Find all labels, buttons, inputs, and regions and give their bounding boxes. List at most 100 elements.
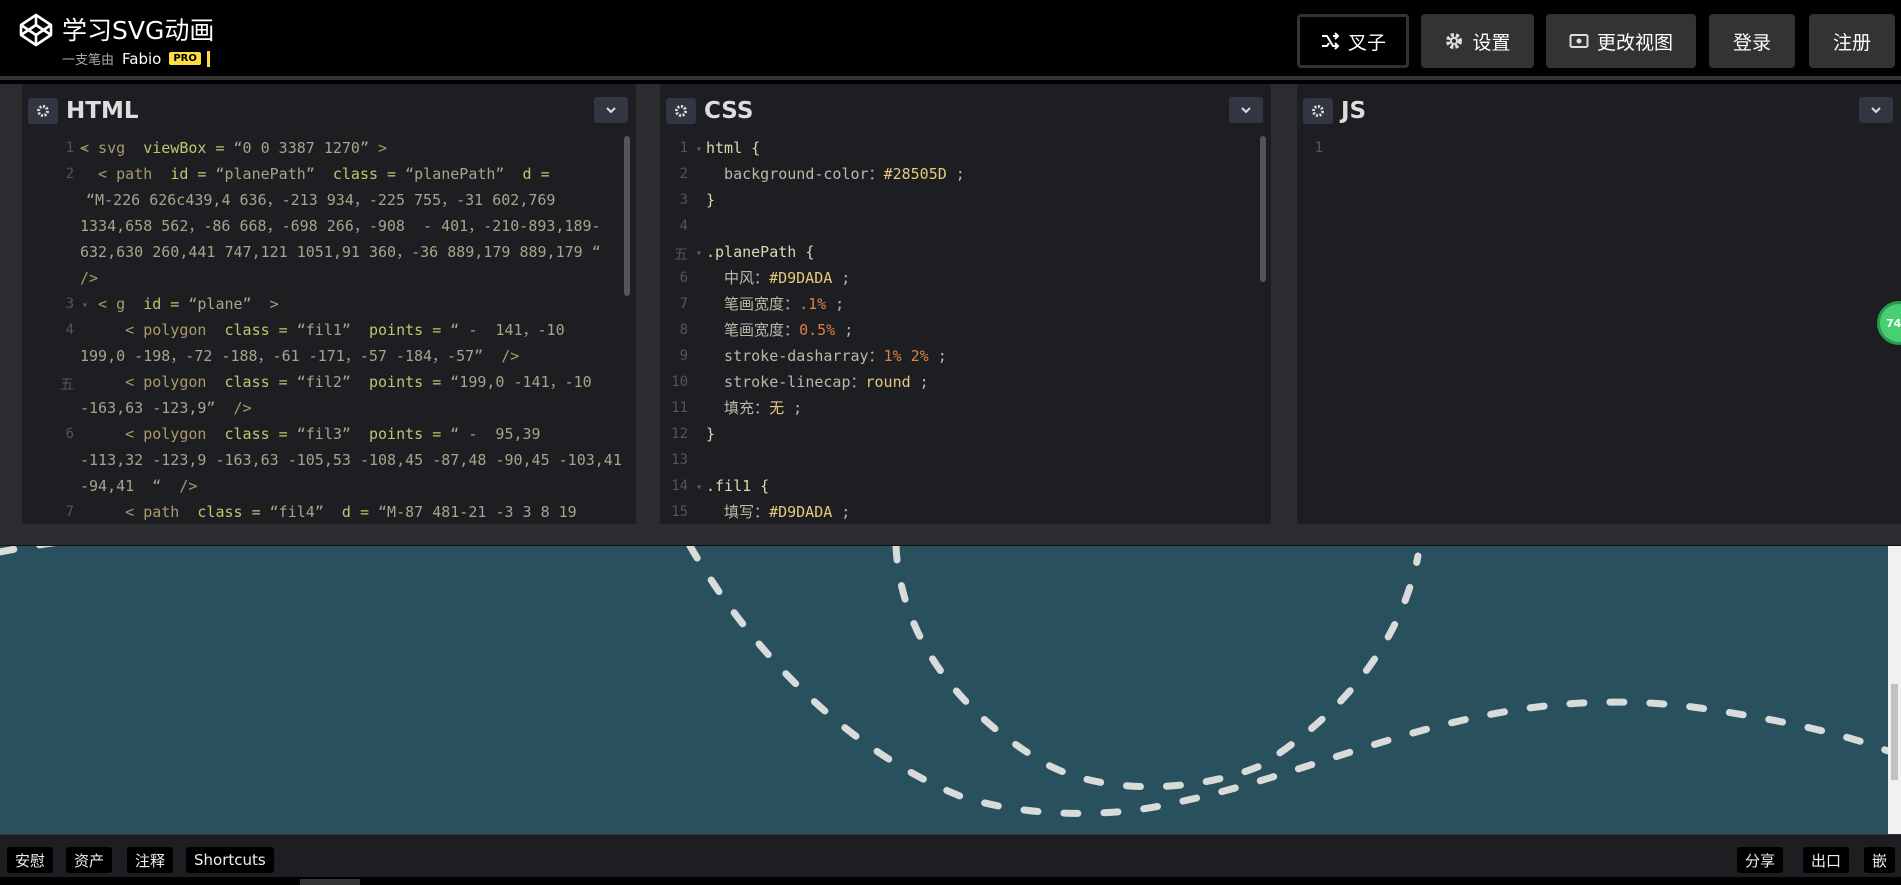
line-number: 1 — [679, 140, 688, 156]
editor-resize-handle[interactable] — [0, 524, 1901, 546]
code-line: “M-226 626c439,4 636，-213 934，-225 755，-… — [86, 191, 556, 209]
code-line: .fil1 { — [706, 477, 770, 495]
line-number: 11 — [671, 400, 688, 416]
line-number: 7 — [679, 296, 688, 312]
embed-button[interactable]: 嵌 — [1864, 847, 1896, 873]
preview-scrollbar-thumb[interactable] — [1891, 684, 1898, 780]
left-gutter — [0, 84, 22, 524]
js-collapse-button[interactable] — [1859, 97, 1893, 123]
fold-arrow[interactable]: ▾ — [696, 248, 702, 259]
line-number: 12 — [671, 426, 688, 442]
login-label: 登录 — [1732, 31, 1771, 54]
signup-button[interactable]: 注册 — [1809, 14, 1895, 68]
css-panel-header: CSS — [660, 92, 1271, 130]
line-number: 五 — [674, 247, 688, 263]
fork-button[interactable]: 叉子 — [1297, 14, 1409, 68]
code-line: < polygon class = “fil1” points = “ - 14… — [80, 321, 565, 339]
code-line: } — [706, 191, 716, 209]
fork-label: 叉子 — [1347, 31, 1386, 54]
html-scrollbar[interactable] — [624, 136, 630, 296]
code-line: 填写：#D9DADA ; — [706, 503, 851, 521]
share-button[interactable]: 分享 — [1737, 847, 1784, 873]
editor-area: HTML 1 ▾ < svg viewBox = “0 0 3387 1270”… — [0, 84, 1901, 524]
code-line: html { — [706, 139, 761, 157]
codepen-logo-icon[interactable] — [18, 12, 54, 48]
css-collapse-button[interactable] — [1229, 97, 1263, 123]
change-view-button[interactable]: 更改视图 — [1546, 14, 1696, 68]
line-number: 6 — [65, 426, 74, 442]
fold-arrow[interactable]: ▾ — [696, 482, 702, 493]
dashed-flight-path — [0, 546, 58, 556]
fork-icon — [1321, 32, 1340, 50]
settings-button[interactable]: 设置 — [1421, 14, 1534, 68]
author-link[interactable]: Fabio — [122, 50, 161, 68]
js-code-editor[interactable]: 1 — [1297, 132, 1901, 524]
code-line: 中风：#D9DADA ; — [706, 269, 851, 287]
signup-label: 注册 — [1832, 31, 1871, 54]
line-number: 1 — [65, 140, 74, 156]
line-number: 8 — [679, 322, 688, 338]
panel-divider[interactable] — [636, 84, 660, 524]
line-number: 2 — [679, 166, 688, 182]
html-panel-title: HTML — [66, 98, 139, 124]
pen-byline: 一支笔由 Fabio PRO — [62, 49, 210, 68]
code-line: < polygon class = “fil3” points = “ - 95… — [80, 425, 541, 443]
code-line: -163,63 -123,9” /> — [80, 399, 252, 417]
css-code-editor[interactable]: 1 ▾ html { 2 background-color：#28505D ; 3} 4 五… — [660, 132, 1271, 524]
css-settings-button[interactable] — [666, 98, 696, 124]
pen-title[interactable]: 学习SVG动画 — [62, 11, 214, 47]
code-line: } — [706, 425, 716, 443]
js-settings-button[interactable] — [1303, 98, 1333, 124]
html-code-editor[interactable]: 1 ▾ < svg viewBox = “0 0 3387 1270” > 2 … — [22, 132, 636, 524]
line-number: 6 — [679, 270, 688, 286]
line-number: 2 — [65, 166, 74, 182]
comments-button[interactable]: 注释 — [127, 847, 174, 873]
line-number: 1 — [1314, 140, 1323, 156]
shortcuts-button[interactable]: Shortcuts — [186, 847, 274, 873]
code-line: 填充：无 ; — [706, 399, 803, 417]
line-number: 五 — [60, 377, 74, 393]
code-line: 632,630 260,441 747,121 1051,91 360，-36 … — [80, 243, 601, 261]
line-number: 4 — [679, 218, 688, 234]
panel-divider[interactable] — [1271, 84, 1297, 524]
line-number: 3 — [679, 192, 688, 208]
code-line: -113,32 -123,9 -163,63 -105,53 -108,45 -… — [80, 451, 622, 469]
app-footer: 安慰 资产 注释 Shortcuts 分享 出口 嵌 — [0, 834, 1901, 885]
line-number: 14 — [671, 478, 688, 494]
result-preview[interactable] — [0, 546, 1888, 834]
login-button[interactable]: 登录 — [1709, 14, 1795, 68]
css-panel-title: CSS — [704, 98, 754, 124]
assets-button[interactable]: 资产 — [66, 847, 113, 873]
code-line: stroke-linecap：round ; — [706, 373, 929, 391]
code-line: < svg viewBox = “0 0 3387 1270” > — [80, 139, 388, 157]
app-header: 学习SVG动画 一支笔由 Fabio PRO 叉子 设置 更改视图 登录 注册 — [0, 0, 1901, 80]
code-line: -94,41 “ /> — [80, 477, 198, 495]
html-collapse-button[interactable] — [594, 97, 628, 123]
dashed-flight-path — [892, 546, 1422, 791]
code-line: 1334,658 562，-86 668，-698 266，-908 - 401… — [80, 217, 601, 235]
export-button[interactable]: 出口 — [1803, 847, 1850, 873]
chevron-down-icon — [606, 107, 616, 114]
line-number: 13 — [671, 452, 688, 468]
console-button[interactable]: 安慰 — [7, 847, 54, 873]
css-scrollbar[interactable] — [1260, 136, 1266, 282]
js-panel-title: JS — [1341, 98, 1367, 124]
css-editor-panel: CSS 1 ▾ html { 2 background-color：#28505D ;… — [660, 84, 1271, 524]
pro-badge: PRO — [169, 52, 201, 65]
fold-arrow[interactable]: ▾ — [696, 144, 702, 155]
html-settings-button[interactable] — [28, 98, 58, 124]
code-line: background-color：#28505D ; — [706, 165, 965, 183]
code-line: < path class = “fil4” d = “M-87 481-21 -… — [80, 503, 577, 521]
code-line: < polygon class = “fil2” points = “199,0… — [80, 373, 592, 391]
dashed-flight-path — [686, 546, 1888, 817]
byline-prefix: 一支笔由 — [62, 53, 115, 68]
line-number: 15 — [671, 504, 688, 520]
code-line: stroke-dasharray：1% 2% ; — [706, 347, 947, 365]
footer-bar-mark — [300, 879, 360, 885]
code-line: 199,0 -198，-72 -188，-61 -171，-57 -184，-5… — [80, 347, 520, 365]
code-line: .planePath { — [706, 243, 815, 261]
pro-bar — [206, 50, 210, 67]
html-panel-header: HTML — [22, 92, 636, 130]
preview-scrollbar[interactable] — [1888, 546, 1901, 834]
gear-icon — [37, 105, 49, 117]
